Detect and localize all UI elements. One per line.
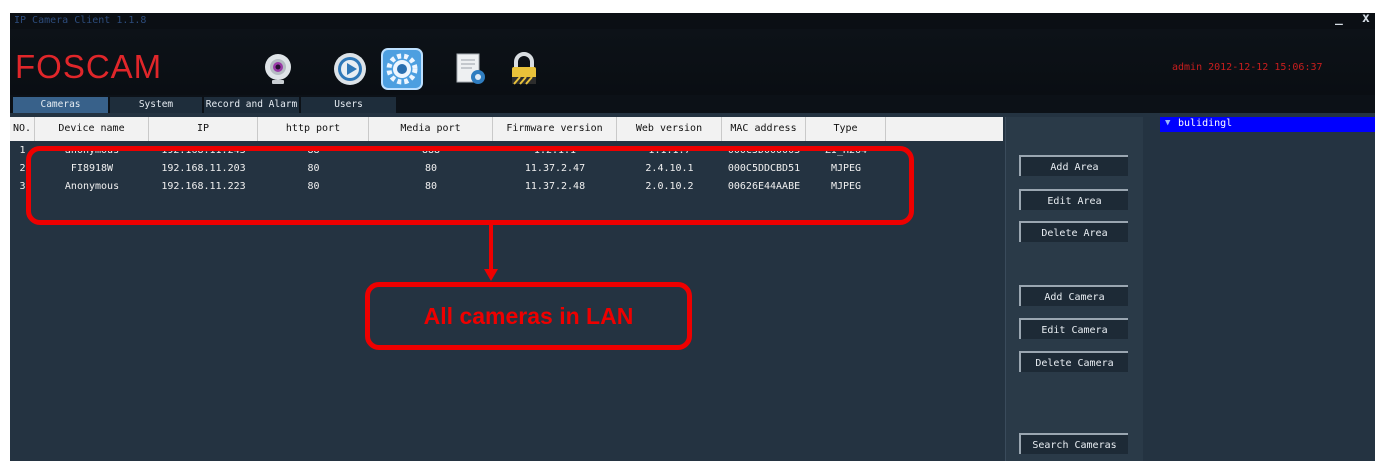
tab-cameras[interactable]: Cameras [13, 97, 108, 113]
foscam-logo: FOSCAM [15, 48, 163, 85]
chevron-down-icon[interactable]: ▼ [1165, 118, 1170, 128]
window-title: IP Camera Client 1.1.8 [14, 15, 147, 26]
area-camera-button-panel: Add Area Edit Area Delete Area Add Camer… [1005, 117, 1143, 461]
column-header-firmware-version[interactable]: Firmware version [493, 117, 617, 141]
padlock-icon[interactable] [506, 51, 542, 87]
table-header: NO. Device name IP http port Media port … [10, 117, 1003, 141]
column-header-mac-address[interactable]: MAC address [722, 117, 806, 141]
tab-users[interactable]: Users [301, 97, 396, 113]
tab-bar: Cameras System Record and Alarm Users [10, 95, 1375, 113]
settings-gear-icon[interactable] [381, 48, 423, 90]
column-header-device-name[interactable]: Device name [35, 117, 149, 141]
annotation-arrow-line [489, 223, 493, 271]
tab-record-and-alarm[interactable]: Record and Alarm [204, 97, 299, 113]
add-camera-button[interactable]: Add Camera [1019, 285, 1128, 306]
annotation-arrow-head-icon [484, 269, 498, 281]
column-header-media-port[interactable]: Media port [369, 117, 493, 141]
add-area-button[interactable]: Add Area [1019, 155, 1128, 176]
app-window: IP Camera Client 1.1.8 _ x FOSCAM admin … [10, 13, 1375, 461]
area-tree-panel: ▼ bulidingl [1143, 117, 1375, 461]
column-header-ip[interactable]: IP [149, 117, 258, 141]
annotation-callout-text: All cameras in LAN [423, 303, 634, 329]
edit-camera-button[interactable]: Edit Camera [1019, 318, 1128, 339]
column-header-type[interactable]: Type [806, 117, 886, 141]
column-header-http-port[interactable]: http port [258, 117, 369, 141]
edit-area-button[interactable]: Edit Area [1019, 189, 1128, 210]
minimize-button[interactable]: _ [1335, 13, 1343, 26]
user-datetime: admin 2012-12-12 15:06:37 [1172, 62, 1323, 73]
delete-area-button[interactable]: Delete Area [1019, 221, 1128, 242]
annotation-callout: All cameras in LAN [365, 282, 692, 350]
tree-item-label: bulidingl [1178, 118, 1233, 129]
header-bar: FOSCAM admin 2012-12-12 15:06:37 [10, 29, 1375, 95]
column-header-web-version[interactable]: Web version [617, 117, 722, 141]
play-icon[interactable] [332, 51, 368, 87]
title-bar: IP Camera Client 1.1.8 _ x [10, 13, 1375, 29]
annotation-highlight-box [26, 146, 914, 225]
search-cameras-button[interactable]: Search Cameras [1019, 433, 1128, 454]
tree-item-selected[interactable]: ▼ bulidingl [1160, 117, 1375, 132]
document-settings-icon[interactable] [452, 51, 488, 87]
tab-system[interactable]: System [110, 97, 202, 113]
delete-camera-button[interactable]: Delete Camera [1019, 351, 1128, 372]
column-header-no[interactable]: NO. [10, 117, 35, 141]
close-button[interactable]: x [1362, 13, 1370, 26]
webcam-icon[interactable] [260, 51, 296, 87]
